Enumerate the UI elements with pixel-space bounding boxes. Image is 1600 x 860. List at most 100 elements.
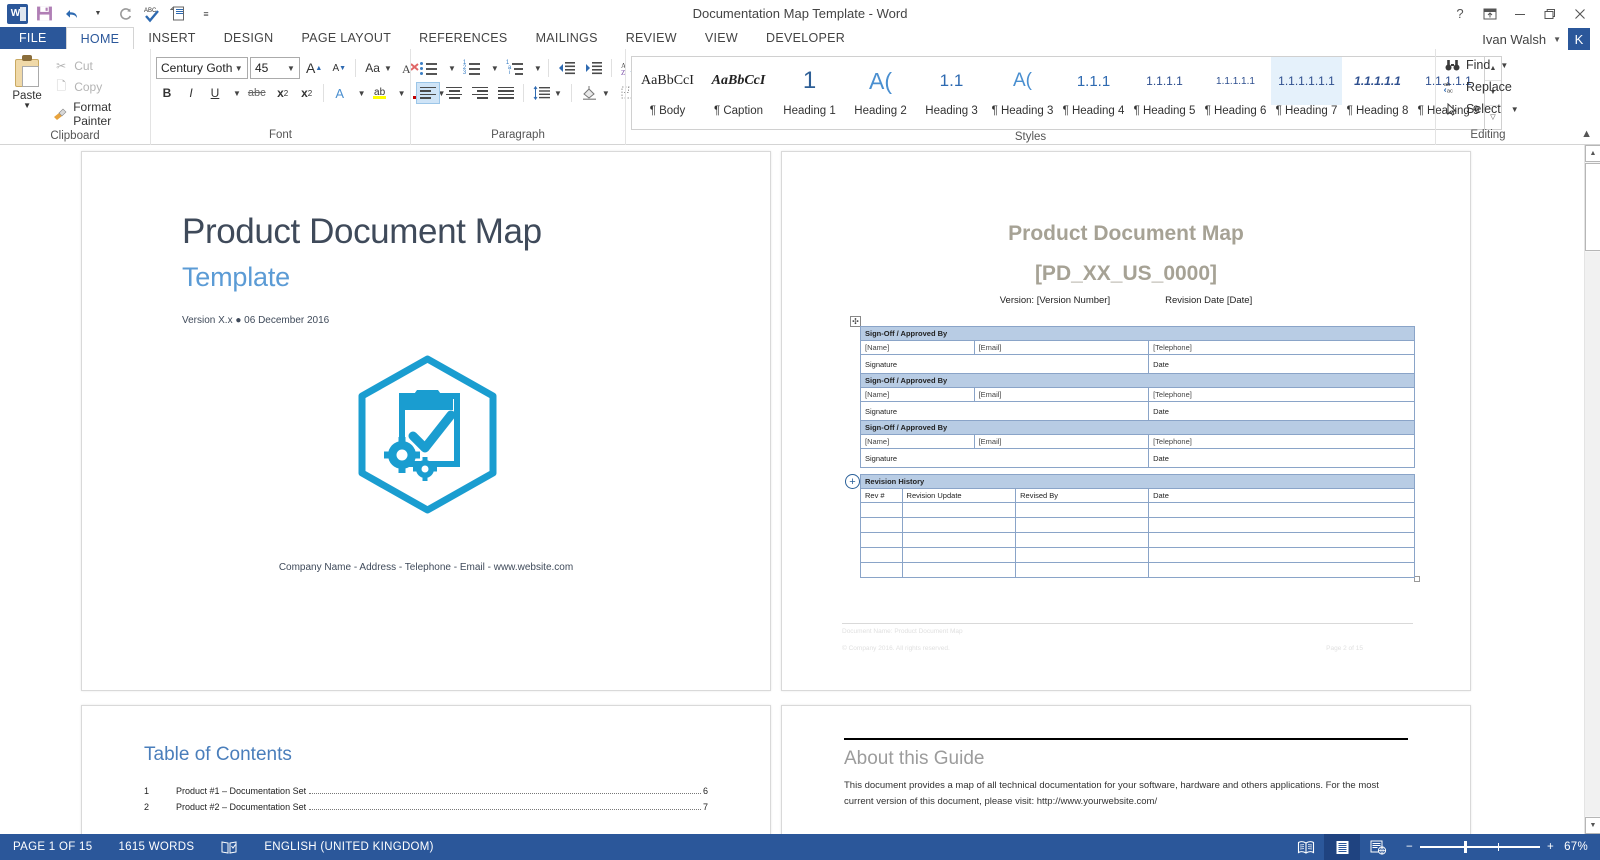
signoff-table[interactable]: Sign-Off / Approved By [Name] [Email] [T… <box>859 326 1415 468</box>
word-count[interactable]: 1615 WORDS <box>105 834 207 860</box>
scroll-down-icon[interactable]: ▼ <box>1585 817 1600 834</box>
numbering-dropdown-icon[interactable]: ▼ <box>486 57 500 79</box>
page-1-cover[interactable]: Product Document Map Template Version X.… <box>81 151 771 691</box>
scroll-up-icon[interactable]: ▲ <box>1585 145 1600 162</box>
style-heading-1[interactable]: 1 Heading 1 <box>774 57 845 129</box>
multilevel-list-button[interactable]: 1ai <box>502 57 527 79</box>
signoff-date-2[interactable]: Date <box>1148 401 1415 421</box>
scrollbar-track[interactable] <box>1585 252 1600 816</box>
insert-row-plus-icon[interactable]: + <box>845 474 860 489</box>
font-size-combo[interactable]: 45 ▼ <box>250 57 300 79</box>
signoff-email-3[interactable]: [Email] <box>973 434 1150 449</box>
tab-file[interactable]: FILE <box>0 27 66 49</box>
text-highlight-button[interactable]: ab <box>369 82 391 104</box>
align-left-button[interactable] <box>416 82 440 104</box>
read-mode-button[interactable] <box>1288 834 1324 860</box>
signoff-name-2[interactable]: [Name] <box>860 387 975 402</box>
zoom-handle[interactable] <box>1464 841 1468 853</box>
zoom-slider[interactable]: − + <box>1396 841 1564 853</box>
italic-button[interactable]: I <box>180 82 202 104</box>
page-2[interactable]: Product Document Map [PD_XX_US_0000] Ver… <box>781 151 1471 691</box>
line-spacing-button[interactable]: ▼ <box>529 82 566 104</box>
ribbon-display-options-icon[interactable] <box>1476 3 1504 25</box>
tab-insert[interactable]: INSERT <box>134 27 209 49</box>
language-indicator[interactable]: ENGLISH (UNITED KINGDOM) <box>251 834 447 860</box>
superscript-button[interactable]: x2 <box>296 82 318 104</box>
avatar[interactable]: K <box>1568 28 1590 50</box>
toc-entry-2[interactable]: 2 Product #2 – Documentation Set 7 <box>144 802 708 812</box>
collapse-ribbon-icon[interactable]: ▲ <box>1581 128 1592 140</box>
replace-button[interactable]: ab ac Replace <box>1441 78 1522 96</box>
help-icon[interactable]: ? <box>1446 3 1474 25</box>
font-size-dropdown-icon[interactable]: ▼ <box>285 64 297 73</box>
tab-view[interactable]: VIEW <box>691 27 752 49</box>
close-button[interactable] <box>1566 3 1594 25</box>
paste-button[interactable]: Paste ▼ <box>5 52 49 110</box>
signoff-name-1[interactable]: [Name] <box>860 340 975 355</box>
tab-developer[interactable]: DEVELOPER <box>752 27 859 49</box>
bullets-button[interactable] <box>416 57 441 79</box>
underline-button[interactable]: U <box>204 82 226 104</box>
signoff-phone-3[interactable]: [Telephone] <box>1148 434 1415 449</box>
style-heading-7[interactable]: 1.1.1.1.1.1 ¶ Heading 7 <box>1271 57 1342 129</box>
text-effects-dropdown-icon[interactable]: ▼ <box>353 82 367 104</box>
underline-dropdown-icon[interactable]: ▼ <box>228 82 242 104</box>
page-3-toc[interactable]: Table of Contents 1 Product #1 – Documen… <box>81 705 771 834</box>
select-dropdown-icon[interactable]: ▼ <box>1511 105 1519 114</box>
find-button[interactable]: Find ▼ <box>1441 56 1522 74</box>
signoff-phone-2[interactable]: [Telephone] <box>1148 387 1415 402</box>
bullets-dropdown-icon[interactable]: ▼ <box>443 57 457 79</box>
align-center-button[interactable] <box>442 82 466 104</box>
style-heading-4[interactable]: 1.1.1 ¶ Heading 4 <box>1058 57 1129 129</box>
multilevel-dropdown-icon[interactable]: ▼ <box>529 57 543 79</box>
web-layout-button[interactable] <box>1360 834 1396 860</box>
paste-dropdown-icon[interactable]: ▼ <box>23 102 31 110</box>
highlight-dropdown-icon[interactable]: ▼ <box>393 82 407 104</box>
font-name-dropdown-icon[interactable]: ▼ <box>232 64 245 73</box>
align-right-button[interactable] <box>468 82 492 104</box>
tab-page-layout[interactable]: PAGE LAYOUT <box>287 27 405 49</box>
style-heading-2[interactable]: A( Heading 2 <box>845 57 916 129</box>
bold-button[interactable]: B <box>156 82 178 104</box>
find-dropdown-icon[interactable]: ▼ <box>1500 61 1508 70</box>
subscript-button[interactable]: x2 <box>272 82 294 104</box>
zoom-out-button[interactable]: − <box>1406 841 1413 853</box>
minimize-button[interactable] <box>1506 3 1534 25</box>
account-dropdown-icon[interactable]: ▼ <box>1553 35 1561 44</box>
page-4-about[interactable]: About this Guide This document provides … <box>781 705 1471 834</box>
vertical-scrollbar[interactable]: ▲ ▼ <box>1584 145 1600 834</box>
font-name-combo[interactable]: Century Gothic ▼ <box>156 57 248 79</box>
tab-design[interactable]: DESIGN <box>210 27 288 49</box>
decrease-indent-button[interactable] <box>554 57 579 79</box>
justify-button[interactable] <box>494 82 518 104</box>
change-case-button[interactable]: Aa ▼ <box>361 57 396 79</box>
style-heading-3[interactable]: 1.1 Heading 3 <box>916 57 987 129</box>
grow-font-button[interactable]: A ▲ <box>302 57 326 79</box>
tab-mailings[interactable]: MAILINGS <box>522 27 612 49</box>
scrollbar-thumb[interactable] <box>1585 163 1600 251</box>
page-indicator[interactable]: PAGE 1 OF 15 <box>0 834 105 860</box>
signoff-date-3[interactable]: Date <box>1148 448 1415 468</box>
style-heading-8[interactable]: 1.1.1.1.1 ¶ Heading 8 <box>1342 57 1413 129</box>
signoff-date-1[interactable]: Date <box>1148 354 1415 374</box>
styles-gallery[interactable]: AaBbCcI ¶ Body AaBbCcI ¶ Caption 1 Headi… <box>631 56 1485 130</box>
tab-home[interactable]: HOME <box>65 27 135 49</box>
shrink-font-button[interactable]: A ▼ <box>328 57 350 79</box>
print-layout-button[interactable] <box>1324 834 1361 860</box>
signoff-signature-1[interactable]: Signature <box>859 354 1150 374</box>
signoff-email-1[interactable]: [Email] <box>973 340 1150 355</box>
signoff-name-3[interactable]: [Name] <box>860 434 975 449</box>
style-heading-3-alt[interactable]: A( ¶ Heading 3 <box>987 57 1058 129</box>
text-effects-button[interactable]: A <box>329 82 351 104</box>
style-caption[interactable]: AaBbCcI ¶ Caption <box>703 57 774 129</box>
format-painter-button[interactable]: Format Painter <box>49 99 145 129</box>
proofing-status-icon[interactable] <box>207 834 251 860</box>
zoom-in-button[interactable]: + <box>1547 841 1554 853</box>
strikethrough-button[interactable]: abc <box>244 82 270 104</box>
style-heading-6[interactable]: 1.1.1.1.1 ¶ Heading 6 <box>1200 57 1271 129</box>
zoom-track[interactable] <box>1420 841 1541 853</box>
copy-button[interactable]: 🗋 Copy <box>49 78 145 96</box>
signoff-phone-1[interactable]: [Telephone] <box>1148 340 1415 355</box>
signoff-email-2[interactable]: [Email] <box>973 387 1150 402</box>
tab-review[interactable]: REVIEW <box>612 27 691 49</box>
